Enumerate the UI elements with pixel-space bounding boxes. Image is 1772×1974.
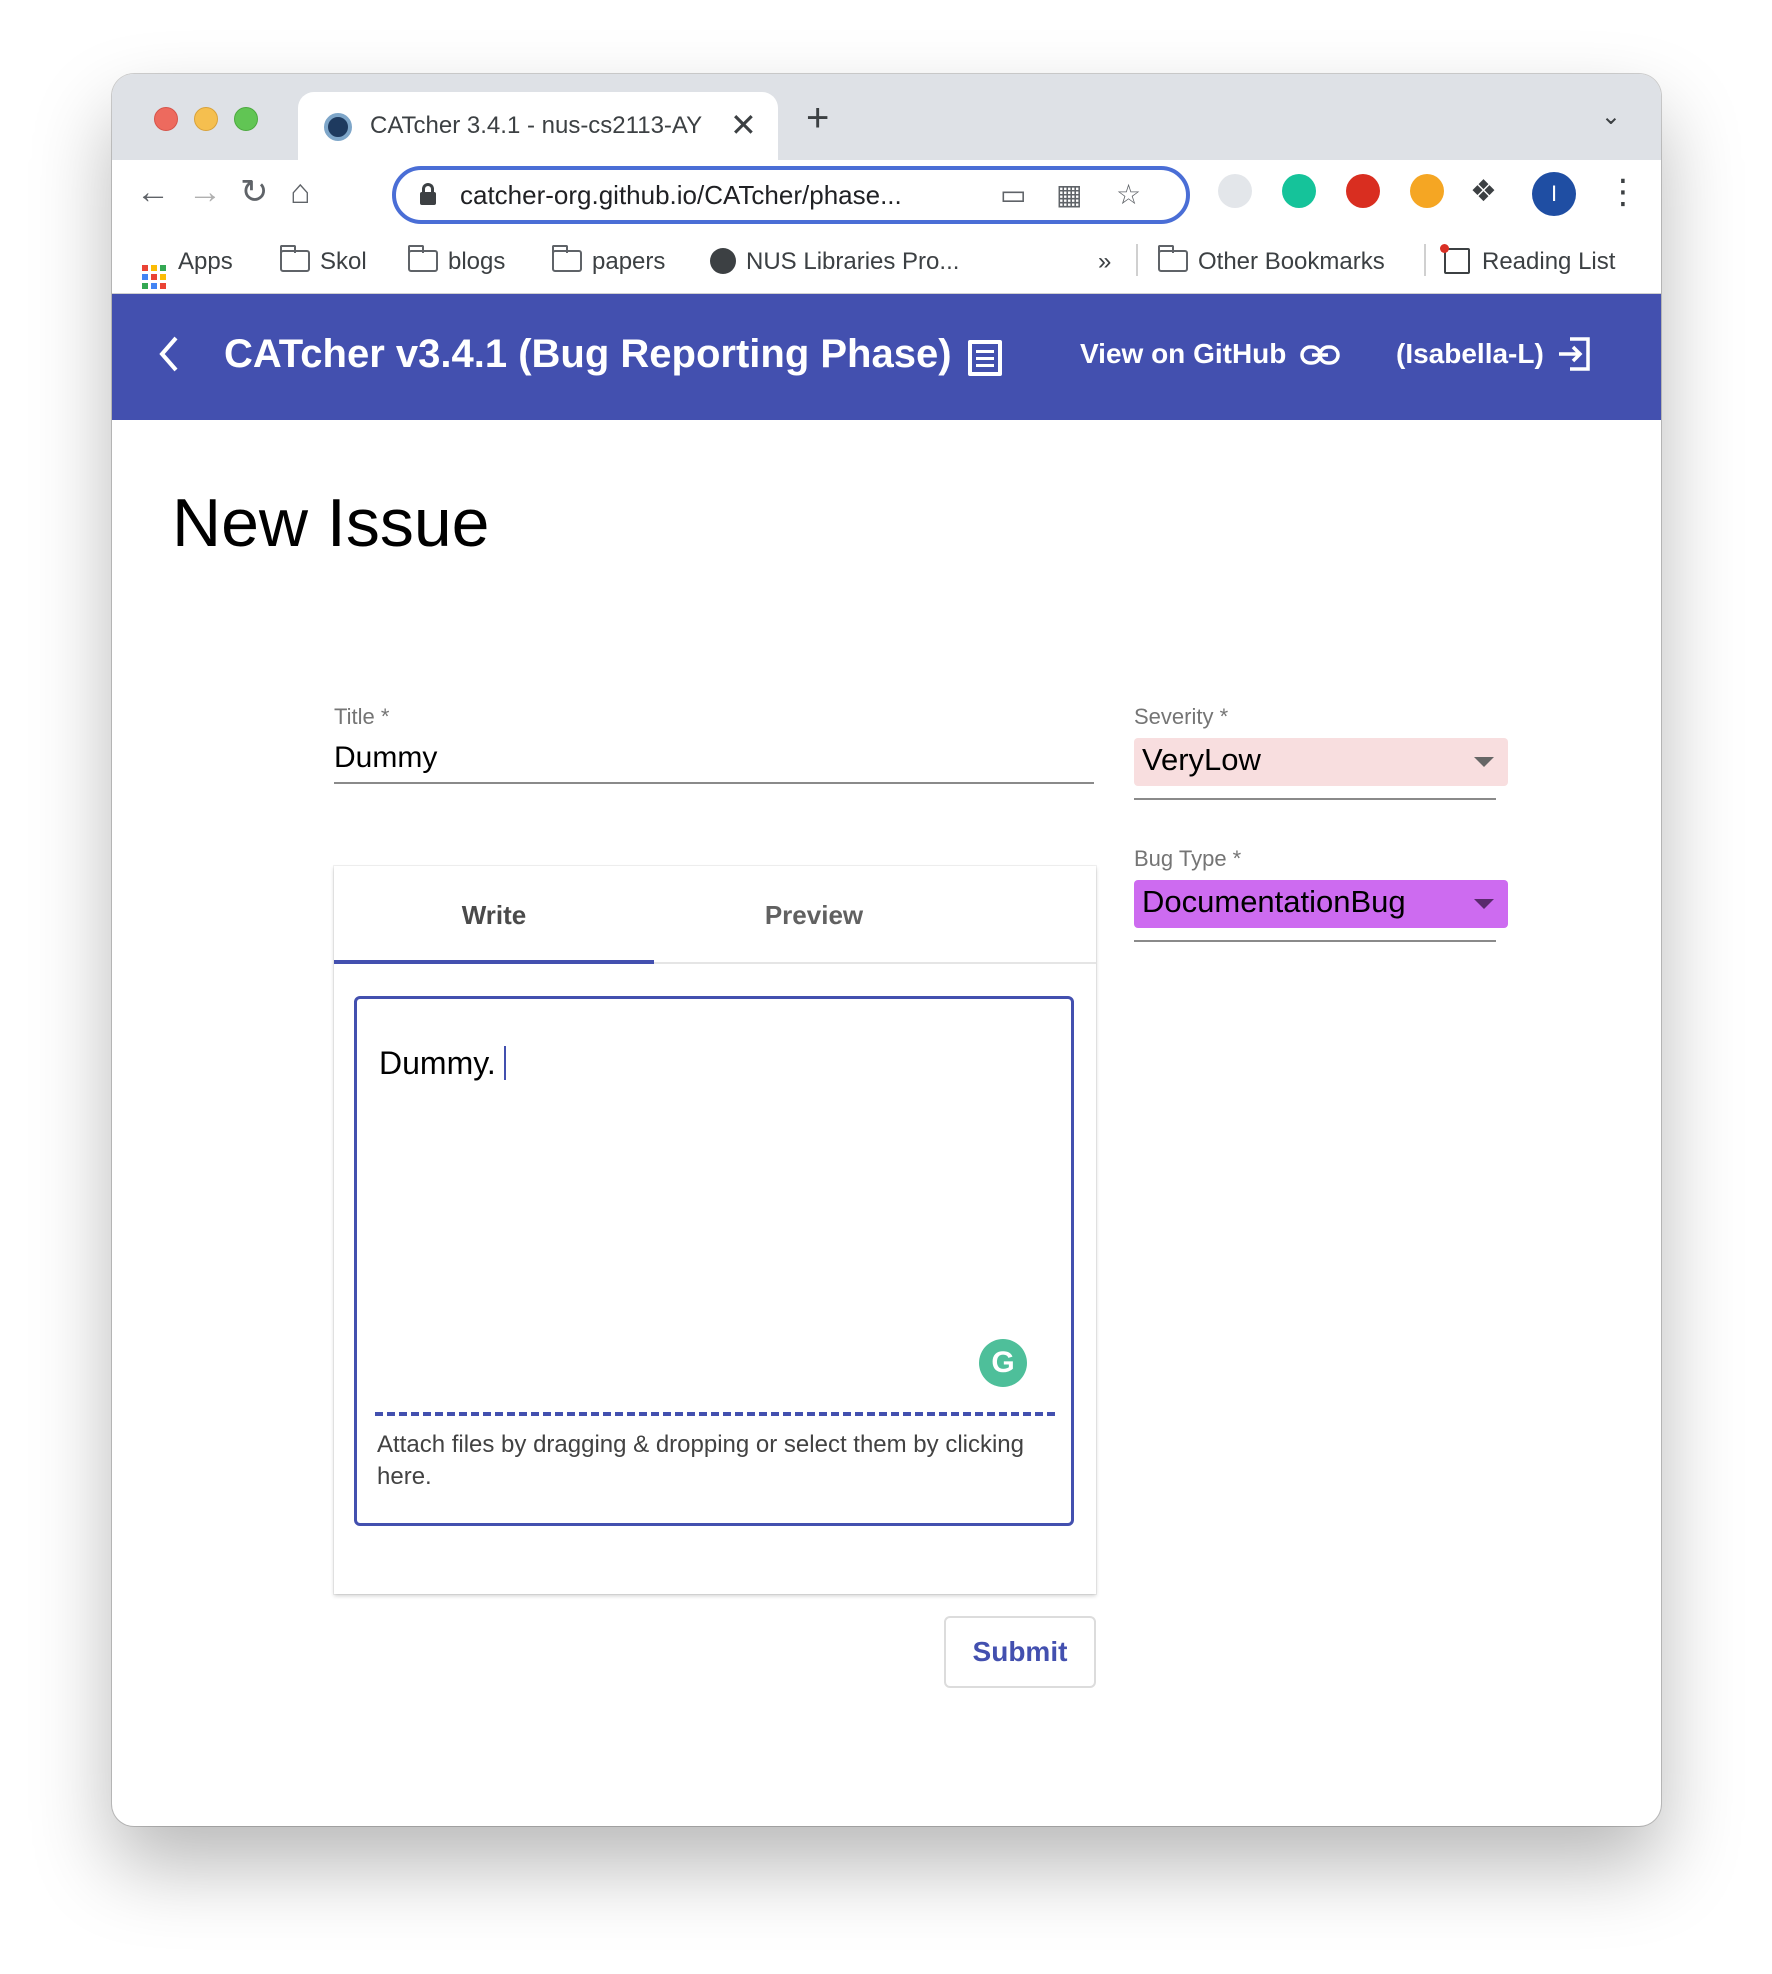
globe-icon <box>710 248 736 274</box>
bug-type-value: DocumentationBug <box>1142 884 1406 919</box>
description-value: Dummy. <box>379 1045 506 1082</box>
home-icon[interactable]: ⌂ <box>290 172 311 212</box>
bookmark-folder-blogs[interactable]: blogs <box>408 245 506 276</box>
close-window-button[interactable] <box>154 107 178 131</box>
grammarly-extension-icon[interactable] <box>1282 174 1316 208</box>
qr-code-icon[interactable]: ▦ <box>1056 178 1082 211</box>
extensions-puzzle-icon[interactable]: ❖ <box>1470 172 1497 212</box>
tab-preview[interactable]: Preview <box>654 866 974 964</box>
bookmark-star-icon[interactable]: ☆ <box>1116 178 1141 211</box>
tab-title: CATcher 3.4.1 - nus-cs2113-AY <box>370 112 703 139</box>
bookmarks-bar: Apps Skol blogs papers NUS Libraries Pro… <box>112 230 1661 294</box>
bookmark-other-bookmarks[interactable]: Other Bookmarks <box>1158 245 1385 276</box>
bug-type-select[interactable]: DocumentationBug <box>1134 880 1508 928</box>
editor-tabs: Write Preview <box>334 866 1096 964</box>
severity-label: Severity * <box>1134 704 1229 729</box>
logout-icon[interactable] <box>1556 336 1592 372</box>
apps-grid-icon <box>142 265 166 289</box>
session-report-icon[interactable] <box>968 340 1002 376</box>
grammarly-icon[interactable]: G <box>979 1339 1027 1387</box>
bookmark-label: blogs <box>448 248 506 275</box>
attach-files-text[interactable]: Attach files by dragging & dropping or s… <box>377 1429 1057 1493</box>
link-icon <box>1300 345 1340 365</box>
folder-icon <box>552 245 582 272</box>
zoom-window-button[interactable] <box>234 107 258 131</box>
url-text: catcher-org.github.io/CATcher/phase... <box>460 180 902 210</box>
browser-window: CATcher 3.4.1 - nus-cs2113-AY ✕ + ⌄ ← → … <box>112 74 1661 1826</box>
submit-button[interactable]: Submit <box>944 1616 1096 1688</box>
app-header: CATcher v3.4.1 (Bug Reporting Phase) Vie… <box>112 294 1661 420</box>
reload-icon[interactable]: ↻ <box>240 172 269 212</box>
browser-toolbar: ← → ↻ ⌂ catcher-org.github.io/CATcher/ph… <box>112 160 1661 230</box>
bookmark-divider <box>1136 244 1138 276</box>
folder-icon <box>1158 245 1188 272</box>
title-label: Title * <box>334 704 390 729</box>
severity-value: VeryLow <box>1142 742 1261 777</box>
bookmark-divider <box>1424 244 1426 276</box>
tab-search-chevron-icon[interactable]: ⌄ <box>1601 102 1621 131</box>
description-textarea[interactable]: Dummy. G Attach files by dragging & drop… <box>354 996 1074 1526</box>
severity-underline <box>1134 798 1496 800</box>
page-title: New Issue <box>172 485 490 561</box>
dropdown-arrow-icon <box>1474 899 1494 909</box>
bookmark-label: Other Bookmarks <box>1198 248 1385 275</box>
bookmarks-overflow-chevron[interactable]: » <box>1098 248 1111 276</box>
view-on-github-label: View on GitHub <box>1080 338 1287 369</box>
close-tab-icon[interactable]: ✕ <box>730 106 757 144</box>
adblock-icon[interactable] <box>1346 174 1380 208</box>
new-tab-button[interactable]: + <box>806 96 829 141</box>
reading-list-label: Reading List <box>1482 248 1616 275</box>
back-chevron-icon[interactable] <box>156 334 182 374</box>
folder-icon <box>408 245 438 272</box>
profile-avatar[interactable]: I <box>1532 172 1576 216</box>
bookmark-label: Skol <box>320 248 367 275</box>
forward-arrow-icon[interactable]: → <box>188 172 222 212</box>
description-editor-card: Write Preview Dummy. G Attach files by d… <box>334 866 1096 1594</box>
app-title: CATcher v3.4.1 (Bug Reporting Phase) <box>224 332 952 376</box>
tab-strip: CATcher 3.4.1 - nus-cs2113-AY ✕ + ⌄ <box>112 74 1661 162</box>
dropdown-arrow-icon <box>1474 757 1494 767</box>
menu-kebab-icon[interactable]: ⋮ <box>1606 172 1640 212</box>
minimize-window-button[interactable] <box>194 107 218 131</box>
bug-type-label: Bug Type * <box>1134 846 1242 871</box>
bookmark-label: papers <box>592 248 666 275</box>
reading-list-button[interactable]: Reading List <box>1440 244 1616 276</box>
bookmark-label: NUS Libraries Pro... <box>746 248 960 275</box>
file-dropzone-divider <box>375 1412 1055 1416</box>
bookmark-folder-papers[interactable]: papers <box>552 245 666 276</box>
browser-tab-active[interactable]: CATcher 3.4.1 - nus-cs2113-AY ✕ <box>298 92 778 162</box>
back-arrow-icon[interactable]: ← <box>136 172 170 212</box>
address-bar[interactable]: catcher-org.github.io/CATcher/phase... ▭… <box>392 166 1190 224</box>
severity-select[interactable]: VeryLow <box>1134 738 1508 786</box>
reading-list-icon <box>1440 244 1470 274</box>
bug-type-underline <box>1134 940 1496 942</box>
bookmark-folder-skol[interactable]: Skol <box>280 245 367 276</box>
react-devtools-icon[interactable] <box>1218 174 1252 208</box>
text-caret <box>503 1046 506 1080</box>
bookmark-apps-label: Apps <box>178 248 233 275</box>
bookmark-apps[interactable]: Apps <box>142 248 233 289</box>
title-input[interactable] <box>334 734 1094 784</box>
folder-icon <box>280 245 310 272</box>
lock-icon <box>420 183 436 205</box>
catcher-favicon-icon <box>324 113 352 141</box>
tab-write[interactable]: Write <box>334 866 654 964</box>
view-on-github-link[interactable]: View on GitHub <box>1080 338 1340 370</box>
bookmark-nus-libraries[interactable]: NUS Libraries Pro... <box>710 248 959 276</box>
current-user-label: (Isabella-L) <box>1396 338 1544 369</box>
cast-device-icon[interactable]: ▭ <box>1000 178 1026 211</box>
orange-extension-icon[interactable] <box>1410 174 1444 208</box>
